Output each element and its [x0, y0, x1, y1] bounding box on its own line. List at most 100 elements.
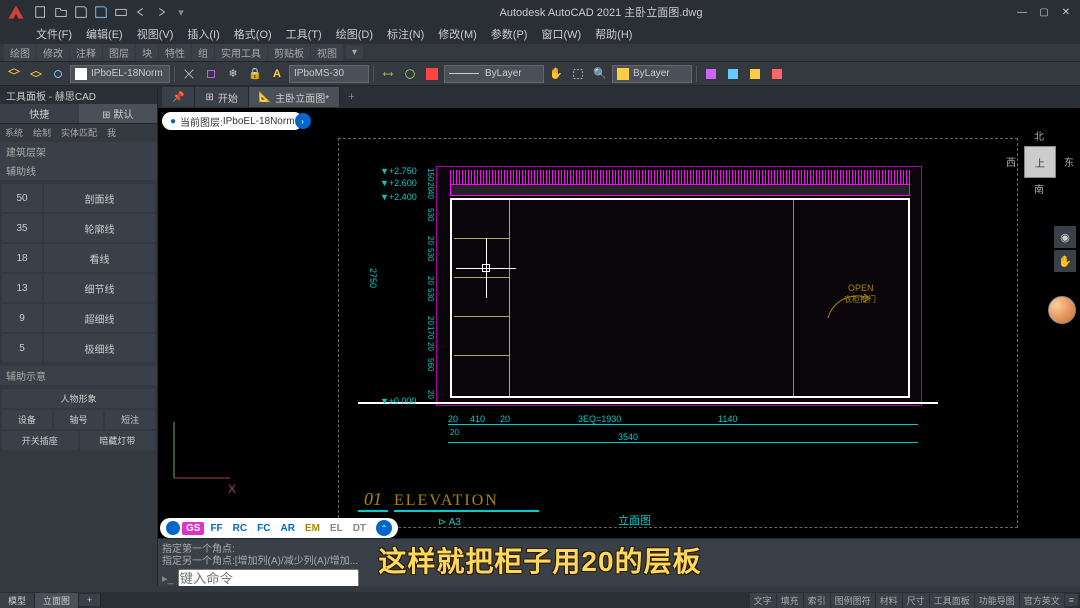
rsub-properties[interactable]: 特性 [159, 44, 191, 61]
minimize-button[interactable]: — [1012, 4, 1032, 20]
tp-btn-axis[interactable]: 轴号 [54, 410, 104, 429]
menu-draw[interactable]: 绘图(D) [330, 24, 379, 44]
qat-new-icon[interactable] [32, 3, 50, 21]
tp-sub-me[interactable]: 我 [102, 124, 121, 142]
tb-layer2-icon[interactable] [26, 64, 46, 84]
tag-fc[interactable]: FC [253, 522, 274, 535]
tag-em[interactable]: EM [301, 522, 324, 535]
tag-dt[interactable]: DT [349, 522, 370, 535]
tp-row-5[interactable]: 5 [2, 334, 42, 362]
tb-layer3-icon[interactable] [48, 64, 68, 84]
rsub-clipboard[interactable]: 剪贴板 [268, 44, 310, 61]
doc-tab-start[interactable]: ⊞ 开始 [195, 87, 248, 107]
layer-pill-chevron-icon[interactable]: › [295, 113, 311, 129]
layout-tab-model[interactable]: 模型 [0, 593, 35, 608]
drawing-canvas[interactable]: 📌 ⊞ 开始 📐 主卧立面图* + ● 当前图层: IPboEL-18Norm … [158, 86, 1080, 586]
menu-dimension[interactable]: 标注(N) [381, 24, 430, 44]
rsub-modify[interactable]: 修改 [37, 44, 69, 61]
tp-row-35[interactable]: 35 [2, 214, 42, 242]
tb-iso-icon[interactable] [201, 64, 221, 84]
tb-extra4-icon[interactable] [767, 64, 787, 84]
tag-ff[interactable]: FF [206, 522, 226, 535]
vc-east[interactable]: 东 [1064, 154, 1074, 169]
menu-help[interactable]: 帮助(H) [589, 24, 638, 44]
maximize-button[interactable]: ▢ [1034, 4, 1054, 20]
tb-extra1-icon[interactable] [701, 64, 721, 84]
menu-insert[interactable]: 插入(I) [181, 24, 225, 44]
tp-row-50[interactable]: 50 [2, 184, 42, 212]
tb-color-icon[interactable] [422, 64, 442, 84]
tb-extra2-icon[interactable] [723, 64, 743, 84]
tp-section-aux[interactable]: 辅助线 [0, 161, 157, 180]
doc-tab-add[interactable]: + [340, 89, 362, 105]
tp-section-arch[interactable]: 建筑层架 [0, 142, 157, 161]
sr-funcmap[interactable]: 功能导图 [975, 593, 1019, 608]
tp-sub-system[interactable]: 系统 [0, 124, 28, 142]
tp-label-fine[interactable]: 超细线 [44, 304, 155, 332]
qat-open-icon[interactable] [52, 3, 70, 21]
layout-tab-add[interactable]: + [79, 594, 101, 606]
layer-combo[interactable]: IPboEL-18Norm [70, 65, 170, 83]
tag-bar-chevron-icon[interactable]: ⌃ [376, 520, 392, 536]
sr-text[interactable]: 文字 [750, 593, 776, 608]
tp-label-outline[interactable]: 轮廓线 [44, 214, 155, 242]
rsub-utilities[interactable]: 实用工具 [215, 44, 267, 61]
rsub-layer[interactable]: 图层 [103, 44, 135, 61]
tb-match-icon[interactable] [179, 64, 199, 84]
qat-redo-icon[interactable] [152, 3, 170, 21]
tp-btn-switch[interactable]: 开关插座 [2, 431, 78, 450]
vc-south[interactable]: 南 [1034, 181, 1044, 196]
qat-plot-icon[interactable] [112, 3, 130, 21]
rsub-block[interactable]: 块 [136, 44, 158, 61]
tp-label-visible[interactable]: 看线 [44, 244, 155, 272]
tb-a-icon[interactable]: A [267, 64, 287, 84]
sr-material[interactable]: 材料 [876, 593, 902, 608]
tb-lock-icon[interactable]: 🔒 [245, 64, 265, 84]
linetype-combo[interactable]: IPboMS-30 [289, 65, 369, 83]
nav-pan-icon[interactable]: ✋ [1054, 250, 1076, 272]
tb-layer-icon[interactable] [4, 64, 24, 84]
doc-tab-pin[interactable]: 📌 [162, 87, 195, 107]
lineweight-combo[interactable]: ByLayer [444, 65, 544, 83]
rsub-view[interactable]: 视图 [311, 44, 343, 61]
tb-dim2-icon[interactable] [400, 64, 420, 84]
vc-west[interactable]: 西 [1006, 154, 1016, 169]
command-input[interactable] [178, 569, 359, 587]
layout-tab-elevation[interactable]: 立面图 [35, 593, 79, 608]
tb-dim1-icon[interactable] [378, 64, 398, 84]
tag-el[interactable]: EL [326, 522, 347, 535]
sr-official[interactable]: 官方英文 [1020, 593, 1064, 608]
tag-rc[interactable]: RC [229, 522, 251, 535]
tp-row-13[interactable]: 13 [2, 274, 42, 302]
tb-extra3-icon[interactable] [745, 64, 765, 84]
tp-sub-match[interactable]: 实体匹配 [56, 124, 102, 142]
sr-toolpanel[interactable]: 工具面板 [930, 593, 974, 608]
sr-hatch[interactable]: 填充 [777, 593, 803, 608]
tp-btn-note[interactable]: 短注 [105, 410, 155, 429]
qat-save-icon[interactable] [72, 3, 90, 21]
menu-parametric[interactable]: 参数(P) [485, 24, 534, 44]
tag-gs[interactable]: GS [182, 522, 204, 535]
menu-view[interactable]: 视图(V) [131, 24, 180, 44]
rsub-collapse-icon[interactable]: ▾ [346, 46, 363, 59]
vc-top-face[interactable]: 上 [1024, 146, 1056, 178]
rsub-annotate[interactable]: 注释 [70, 44, 102, 61]
sr-menu-icon[interactable]: ≡ [1065, 594, 1078, 606]
rsub-group[interactable]: 组 [192, 44, 214, 61]
tp-label-section[interactable]: 剖面线 [44, 184, 155, 212]
sr-legend[interactable]: 图例图符 [831, 593, 875, 608]
tp-label-xfine[interactable]: 极细线 [44, 334, 155, 362]
tp-btn-person[interactable]: 人物形象 [2, 389, 155, 408]
doc-tab-active[interactable]: 📐 主卧立面图* [249, 87, 340, 107]
tb-freeze-icon[interactable]: ❄ [223, 64, 243, 84]
menu-modify[interactable]: 修改(M) [432, 24, 483, 44]
tp-section-aux2[interactable]: 辅助示意 [0, 366, 157, 385]
menu-tools[interactable]: 工具(T) [280, 24, 328, 44]
tb-select-icon[interactable] [568, 64, 588, 84]
tp-btn-device[interactable]: 设备 [2, 410, 52, 429]
tag-ar[interactable]: AR [276, 522, 298, 535]
qat-saveas-icon[interactable] [92, 3, 110, 21]
qat-undo-icon[interactable] [132, 3, 150, 21]
color-combo[interactable]: ByLayer [612, 65, 692, 83]
drawing-viewport[interactable]: OPEN 衣柜推门 ▼+2.750 ▼+2.600 ▼+2.400 ▼±0.00… [158, 108, 1080, 586]
